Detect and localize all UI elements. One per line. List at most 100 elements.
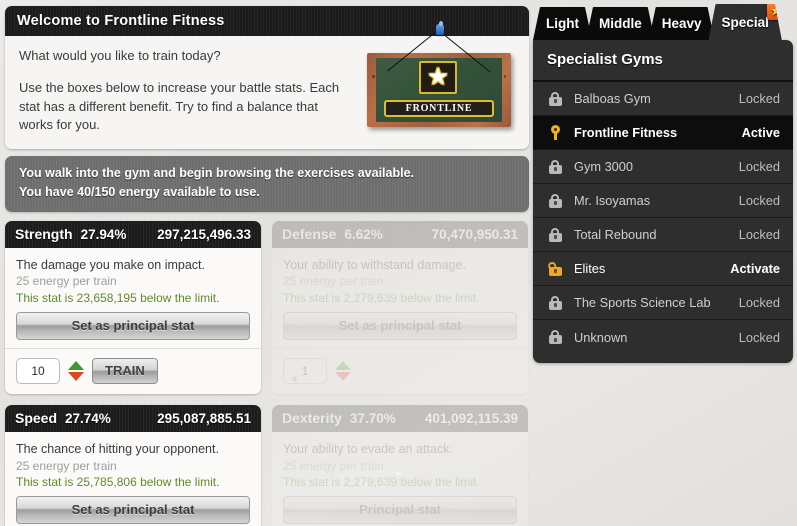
tab-middle[interactable]: Middle	[586, 7, 655, 40]
status-line-1: You walk into the gym and begin browsing…	[19, 165, 415, 180]
tab-special[interactable]: Special ★	[709, 4, 782, 40]
set-principal-stat-button[interactable]: Set as principal stat	[16, 311, 250, 340]
stat-train-controls	[272, 347, 528, 394]
tab-label: Heavy	[661, 16, 702, 31]
stat-box-strength: Strength 27.94% 297,215,496.33 The damag…	[5, 220, 261, 394]
stepper-up-icon[interactable]	[68, 360, 84, 370]
gym-status: Locked	[738, 329, 780, 345]
gym-list-item[interactable]: Total Rebound Locked	[533, 218, 793, 252]
set-principal-stat-button: Set as principal stat	[283, 311, 517, 340]
gym-name: Gym 3000	[574, 159, 634, 174]
gym-page: Welcome to Frontline Fitness What would …	[0, 0, 797, 526]
gym-name: Elites	[574, 261, 606, 276]
gym-status: Locked	[738, 91, 780, 106]
stat-header: Dexterity 37.70% 401,092,115.39	[272, 404, 528, 432]
train-amount-input[interactable]	[16, 357, 60, 384]
gym-name: Frontline Fitness	[574, 125, 678, 140]
stat-box-speed: Speed 27.74% 295,087,885.51 The chance o…	[5, 404, 261, 526]
army-star-icon: ★	[419, 61, 457, 94]
gym-status: Locked	[738, 159, 780, 174]
gym-list-item[interactable]: The Sports Science Lab Locked	[533, 286, 793, 320]
welcome-panel: Welcome to Frontline Fitness What would …	[5, 6, 529, 149]
lock-icon	[546, 294, 564, 312]
stat-percent: 37.70%	[349, 410, 396, 426]
stat-name: Speed	[15, 409, 58, 426]
train-amount-stepper[interactable]	[68, 360, 84, 381]
unlock-icon	[546, 260, 564, 278]
star-glyph: ★	[770, 2, 783, 18]
stat-description: Your ability to evade an attack.	[283, 441, 453, 456]
lock-icon	[546, 226, 564, 244]
tab-label: Special	[721, 14, 769, 30]
stat-percent: 27.94%	[80, 226, 127, 242]
star-badge-icon: ★	[767, 1, 786, 20]
stat-header: Speed 27.74% 295,087,885.51	[5, 404, 261, 432]
stat-box-dexterity: Dexterity 37.70% 401,092,115.39 Your abi…	[272, 404, 528, 526]
tab-heavy[interactable]: Heavy	[649, 7, 715, 40]
gym-list-item-activatable[interactable]: Elites Activate	[533, 252, 793, 286]
stat-train-controls: TRAIN	[5, 347, 261, 394]
lock-icon	[546, 192, 564, 210]
stat-description: The damage you make on impact.	[16, 257, 205, 272]
lock-icon	[546, 90, 564, 108]
gym-category-tabs: Light Middle Heavy Special ★	[533, 4, 793, 40]
gym-list-item[interactable]: Unknown Locked	[533, 320, 793, 354]
gym-name: The Sports Science Lab	[574, 295, 711, 310]
stat-limit-text: This stat is 2,279,639 below the limit.	[283, 290, 480, 305]
gym-name: Balboas Gym	[574, 91, 651, 106]
gym-list-item[interactable]: Balboas Gym Locked	[533, 82, 793, 116]
stat-energy-cost: 25 energy per train	[16, 274, 117, 289]
gym-sidebar: Light Middle Heavy Special ★ Specialist …	[533, 4, 793, 363]
set-principal-stat-button[interactable]: Set as principal stat	[16, 496, 250, 525]
stat-energy-cost: 25 energy per train	[283, 458, 384, 473]
gym-list-title: Specialist Gyms	[533, 40, 793, 82]
gym-name: Total Rebound	[574, 227, 657, 242]
stat-body: The chance of hitting your opponent. 25 …	[5, 431, 261, 526]
stat-box-defense: Defense 6.62% 70,470,950.31 Your ability…	[272, 220, 528, 394]
key-icon	[546, 124, 564, 142]
gym-list-item-active[interactable]: Frontline Fitness Active	[533, 116, 793, 150]
stat-value: 295,087,885.51	[157, 410, 251, 426]
train-amount-stepper	[335, 360, 351, 381]
stat-limit-text: This stat is 23,658,195 below the limit.	[16, 290, 220, 305]
stat-description: Your ability to withstand damage.	[283, 257, 466, 272]
gym-list-item[interactable]: Mr. Isoyamas Locked	[533, 184, 793, 218]
gym-status[interactable]: Activate	[730, 261, 780, 276]
gym-name: Unknown	[574, 329, 628, 345]
gym-status: Locked	[738, 295, 780, 310]
welcome-instructions: Use the boxes below to increase your bat…	[19, 80, 340, 133]
stepper-up-icon	[335, 360, 351, 370]
stat-value: 297,215,496.33	[157, 226, 251, 242]
sign-board: ★ FRONTLINE	[367, 53, 511, 127]
principal-stat-badge: Principal stat	[283, 496, 517, 525]
lock-icon	[546, 328, 564, 346]
gym-status: Active	[741, 125, 780, 140]
stat-value: 70,470,950.31	[431, 226, 518, 242]
train-button[interactable]: TRAIN	[92, 357, 158, 384]
status-line-2: You have 40/150 energy available to use.	[19, 185, 260, 200]
tab-light[interactable]: Light	[533, 7, 592, 40]
stat-body: The damage you make on impact. 25 energy…	[5, 247, 261, 348]
gym-status: Locked	[738, 227, 780, 242]
stat-description: The chance of hitting your opponent.	[16, 441, 219, 456]
tab-label: Middle	[599, 16, 642, 31]
stepper-down-icon[interactable]	[68, 371, 84, 381]
stat-body: Your ability to evade an attack. 25 ener…	[272, 431, 528, 526]
gym-status: Locked	[738, 193, 780, 208]
stat-limit-text: This stat is 2,279,639 below the limit.	[283, 474, 480, 489]
stat-header: Defense 6.62% 70,470,950.31	[272, 220, 528, 248]
frontline-sign-graphic: ★ FRONTLINE	[359, 20, 519, 132]
stat-grid: Strength 27.94% 297,215,496.33 The damag…	[5, 220, 529, 526]
main-content: Welcome to Frontline Fitness What would …	[5, 6, 529, 526]
energy-status-bar: You walk into the gym and begin browsing…	[5, 155, 529, 212]
stepper-down-icon	[335, 371, 351, 381]
stat-limit-text: This stat is 25,785,806 below the limit.	[16, 474, 220, 489]
gym-list-item[interactable]: Gym 3000 Locked	[533, 150, 793, 184]
stat-energy-cost: 25 energy per train	[16, 458, 117, 473]
gym-list-panel: Specialist Gyms Balboas Gym Locked Front…	[533, 40, 793, 363]
stat-name: Defense	[282, 225, 337, 242]
stat-header: Strength 27.94% 297,215,496.33	[5, 220, 261, 248]
stat-name: Dexterity	[282, 409, 342, 426]
pushpin-icon	[436, 21, 444, 35]
sign-plaque-label: FRONTLINE	[384, 100, 494, 117]
